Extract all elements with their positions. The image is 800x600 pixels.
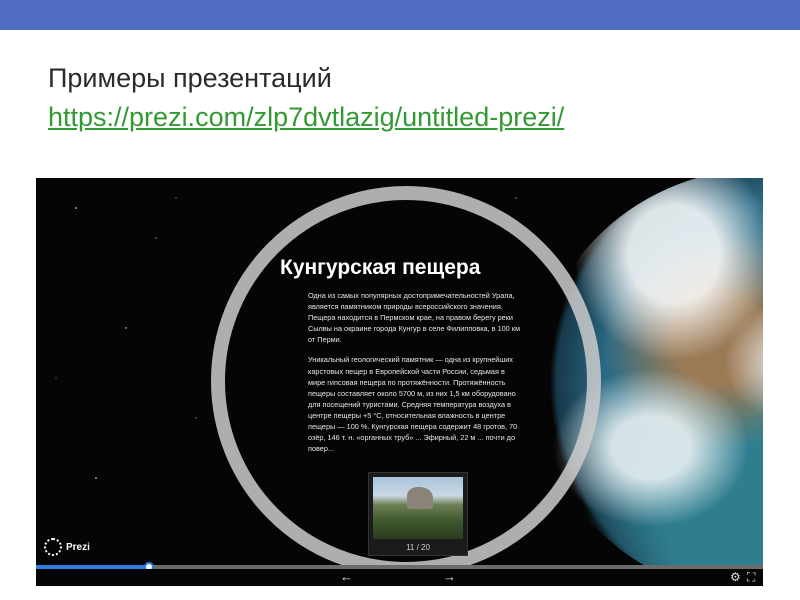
prezi-logo: Prezi (44, 538, 90, 556)
slide-thumbnail[interactable]: 11 / 20 (368, 472, 468, 556)
rock-shape (407, 487, 433, 509)
slide-paragraph: Уникальный геологический памятник — одна… (308, 355, 518, 454)
prezi-link[interactable]: https://prezi.com/zlp7dvtlazig/untitled-… (48, 101, 564, 133)
arrow-left-icon[interactable]: ← (340, 569, 353, 585)
gear-icon[interactable]: ⚙ (730, 569, 741, 585)
prezi-logo-text: Prezi (66, 541, 90, 553)
slide-paragraph: Одна из самых популярных достопримечател… (308, 291, 520, 345)
slide-title: Кунгурская пещера (280, 256, 481, 279)
prezi-viewer[interactable]: Кунгурская пещера Одна из самых популярн… (36, 178, 763, 586)
prezi-logo-icon (44, 538, 62, 556)
fullscreen-icon[interactable]: ⛶ (747, 569, 755, 585)
slide-body: Одна из самых популярных достопримечател… (308, 290, 520, 463)
player-controls: ← → ⚙ ⛶ (36, 569, 763, 586)
page-title: Примеры презентаций (48, 63, 332, 93)
arrow-right-icon[interactable]: → (443, 569, 456, 585)
thumbnail-photo (373, 477, 463, 539)
top-banner (0, 0, 800, 30)
slide-counter: 11 / 20 (406, 543, 430, 552)
